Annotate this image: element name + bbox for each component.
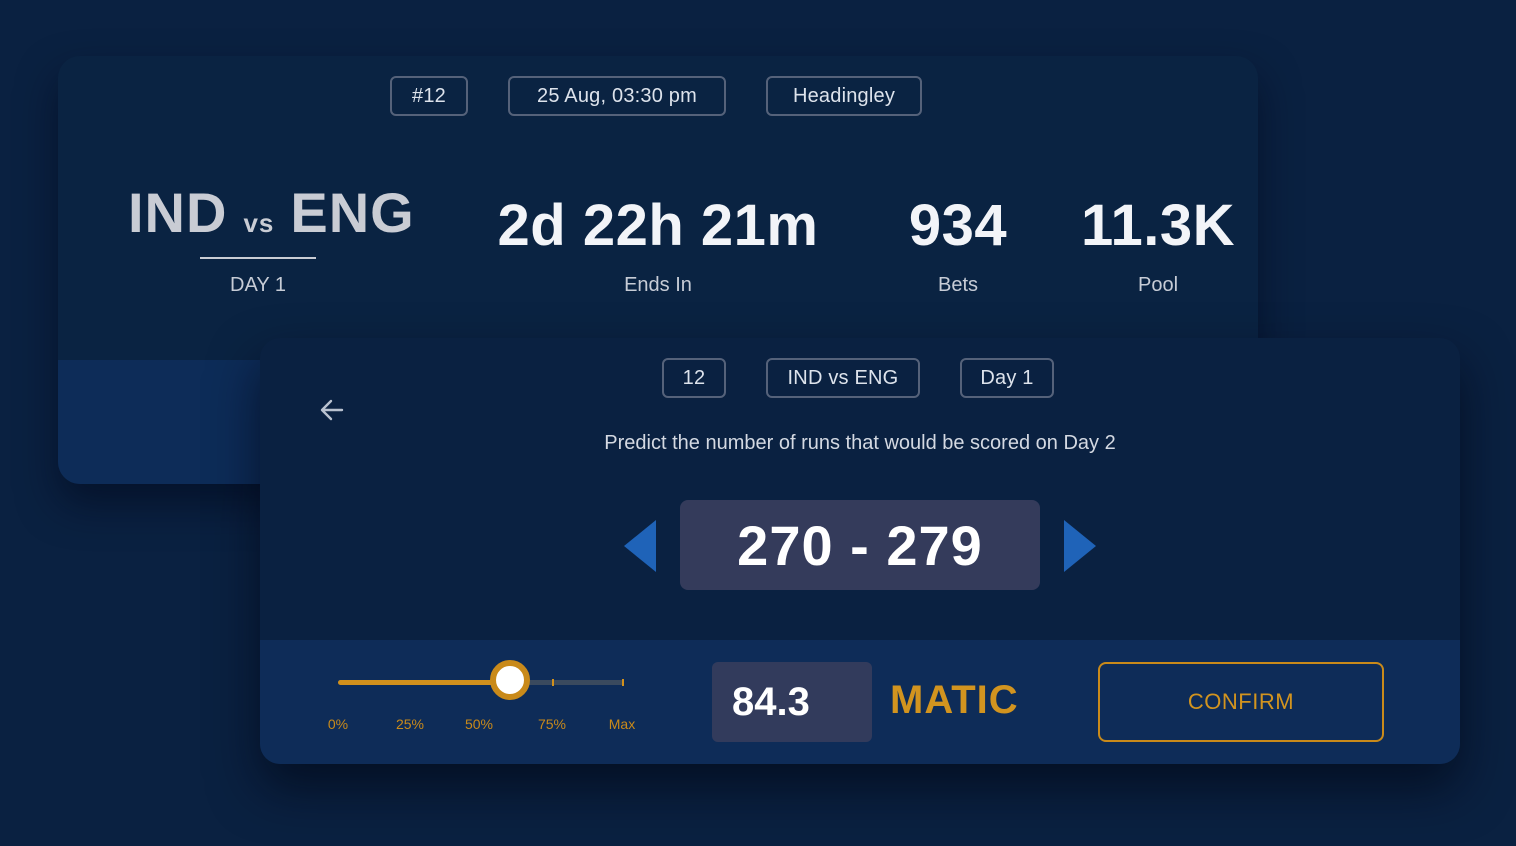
match-number-chip: #12: [390, 76, 468, 116]
bets-value: 934: [908, 193, 1008, 258]
confirm-button[interactable]: CONFIRM: [1098, 662, 1384, 742]
slider-tick: [622, 679, 624, 686]
venue-chip: Headingley: [766, 76, 922, 116]
ends-in-label: Ends In: [624, 274, 692, 296]
slider-label-25[interactable]: 25%: [396, 716, 424, 732]
bets-label: Bets: [937, 274, 979, 296]
slider-fill: [338, 680, 510, 685]
team-away: ENG: [290, 181, 415, 244]
vs-label: vs: [243, 208, 275, 238]
currency-label: MATIC: [890, 678, 1019, 722]
slider-thumb[interactable]: [490, 660, 530, 700]
slider-label-max[interactable]: Max: [609, 716, 635, 732]
prediction-panel: 12 IND vs ENG Day 1 Predict the number o…: [260, 338, 1460, 764]
slider-tick: [552, 679, 554, 686]
arrow-left-icon: [320, 399, 344, 421]
day-chip: Day 1: [960, 358, 1054, 398]
back-button[interactable]: [318, 396, 346, 424]
teams-heading: IND vs ENG: [128, 180, 415, 250]
teams-chip: IND vs ENG: [766, 358, 920, 398]
team-home: IND: [128, 181, 228, 244]
stake-slider[interactable]: [338, 660, 624, 700]
slider-label-50[interactable]: 50%: [465, 716, 493, 732]
slider-label-75[interactable]: 75%: [538, 716, 566, 732]
day-label: DAY 1: [230, 274, 286, 296]
run-range-display: 270 - 279: [680, 500, 1040, 590]
ends-in-value: 2d 22h 21m: [497, 193, 819, 258]
pool-value: 11.3K: [1080, 193, 1236, 258]
slider-label-0[interactable]: 0%: [328, 716, 348, 732]
day-underline: [200, 257, 316, 259]
match-datetime-chip: 25 Aug, 03:30 pm: [508, 76, 726, 116]
pool-label: Pool: [1137, 274, 1179, 296]
prediction-question: Predict the number of runs that would be…: [604, 432, 1116, 454]
triangle-left-icon[interactable]: [624, 520, 656, 572]
match-id-chip: 12: [662, 358, 726, 398]
stake-amount-input[interactable]: 84.3: [712, 662, 872, 742]
triangle-right-icon[interactable]: [1064, 520, 1096, 572]
